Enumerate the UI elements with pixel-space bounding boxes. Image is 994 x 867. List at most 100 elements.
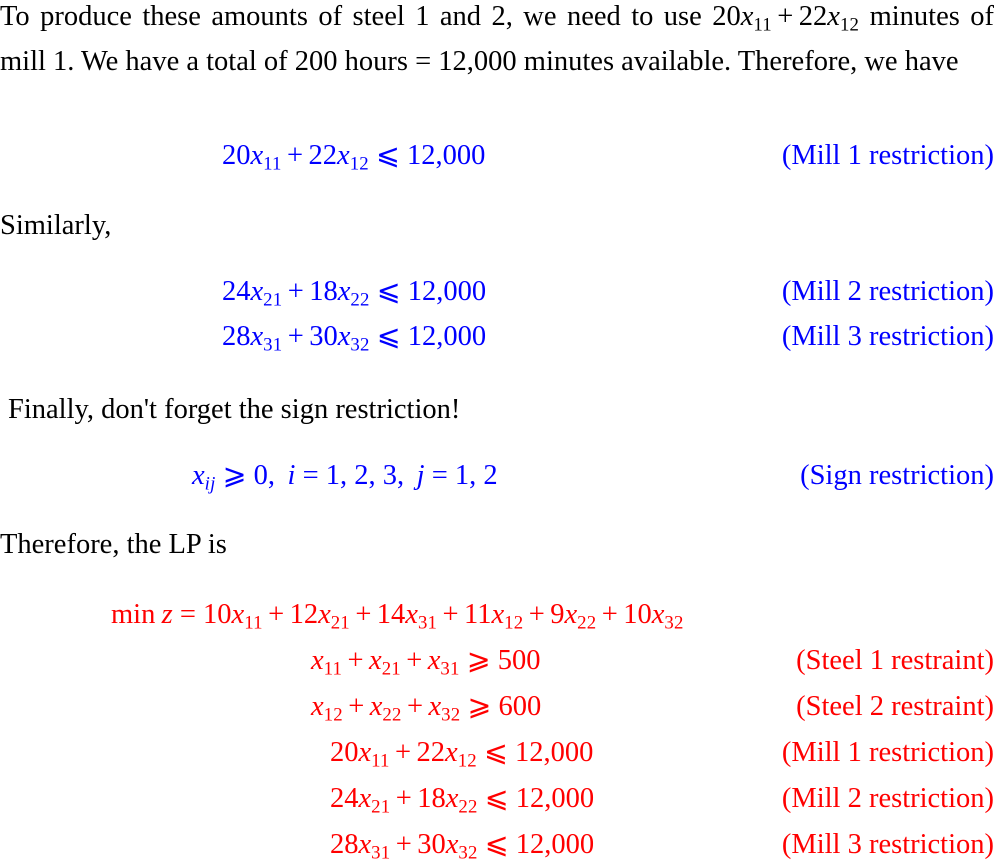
variable: x [369,691,383,722]
operator: + [287,321,304,352]
subscript: 32 [664,612,684,634]
coef: 18 [417,783,446,814]
coef: 9 [550,599,565,630]
subscript: 21 [381,658,401,680]
intro-coef-1: 20 [712,1,741,32]
equation-mill2-blue: 24x21 +18x22 ⩽ 12,000 [222,269,486,314]
coef: 24 [330,783,359,814]
operator: + [395,783,412,814]
coef: 30 [417,829,446,860]
coef: 11 [464,599,492,630]
relation-leqslant: ⩽ [376,276,401,307]
coef: 24 [222,276,251,307]
subscript: 32 [350,334,370,356]
right-hand-side: 12,000 [515,783,595,814]
relation-leqslant: ⩽ [376,321,401,352]
equation-line-mill3-blue: 28x31 +30x32 ⩽ 12,000 (Mill 3 restriction) [0,314,994,359]
operator: + [347,645,364,676]
variable: x [358,737,372,768]
coef: 22 [416,737,446,768]
subscript: 21 [330,612,350,634]
equation-sign-restriction: xij ⩾ 0, i = 1, 2, 3, j = 1, 2 [192,453,498,498]
variable: x [491,599,505,630]
subscript: 31 [417,612,438,634]
subscript: 22 [458,796,478,818]
equation-line-sign-blue: xij ⩾ 0, i = 1, 2, 3, j = 1, 2 (Sign restriction… [0,453,994,498]
equation-tag-mill1-red: (Mill 1 restriction) [781,737,994,768]
subscript: 31 [440,658,460,680]
subscript: 12 [504,612,524,634]
variable: x [428,691,442,722]
subscript: 12 [349,153,369,175]
operator: + [528,599,545,630]
right-hand-side: 500 [497,645,541,676]
index-i-values: 1, 2, 3, [325,460,405,491]
relation-geqslant: ⩾ [467,691,492,722]
subscript-ij: ij [204,473,216,495]
subscript: 31 [371,842,391,864]
intro-operator: + [777,1,794,32]
equation-tag-steel1: (Steel 1 restraint) [796,645,994,676]
operator: + [601,599,618,630]
right-hand-side: 0, [253,460,275,491]
equation-line-mill2-red: 24x21 +18x22 ⩽ 12,000 (Mill 2 restriction) [0,776,994,821]
coef: 14 [376,599,406,630]
equation-mill3-blue: 28x31 +30x32 ⩽ 12,000 [222,314,486,359]
equation-line-steel2-red: x12 + x22 + x32 ⩾ 600 (Steel 2 restraint) [0,684,994,729]
operator: + [348,691,365,722]
subscript: 21 [371,796,391,818]
variable: x [318,599,331,630]
equation-line-mill2-blue: 24x21 +18x22 ⩽ 12,000 (Mill 2 restriction) [0,269,994,314]
variable: x [369,645,382,676]
equation-objective-function: min z = 10x11 +12x21 +14x31 +11x12 +9x22 +10x32 [111,592,684,637]
subscript: 32 [458,842,478,864]
equation-tag-mill1-blue: (Mill 1 restriction) [781,140,994,171]
variable: x [427,645,441,676]
equation-tag-mill2-blue: (Mill 2 restriction) [781,276,994,307]
coef: 18 [309,276,338,307]
operator: + [406,691,424,722]
variable: x [564,599,578,630]
right-hand-side: 12,000 [407,321,487,352]
intro-coef-2: 22 [798,1,828,32]
operator: + [395,829,412,860]
intro-sub-2: 12 [839,14,860,36]
variable: x [311,645,324,676]
variable: x [311,691,324,722]
variable: x [250,321,264,352]
subscript: 22 [382,704,402,726]
variable: x [651,599,665,630]
equals-sign: = [431,460,448,491]
subscript: 31 [263,334,283,356]
min-operator: min [111,599,156,630]
subscript: 11 [244,612,263,634]
equation-mill1-blue: 20x11 +22x12 ⩽ 12,000 [222,133,485,178]
operator: + [406,645,423,676]
variable: x [358,783,372,814]
subscript: 11 [263,153,282,175]
variable: x [337,140,350,171]
right-hand-side: 12,000 [407,140,486,171]
equation-mill3-red: 28x31 +30x32 ⩽ 12,000 [330,822,594,867]
subscript: 11 [371,750,390,772]
equation-steel2-restraint: x12 + x22 + x32 ⩾ 600 [311,684,541,729]
variable: x [445,737,458,768]
coef: 10 [623,599,652,630]
subscript: 12 [323,704,343,726]
variable: x [192,460,205,491]
right-hand-side: 12,000 [515,737,594,768]
equation-line-steel1-red: x11 + x21 + x31 ⩾ 500 (Steel 1 restraint) [0,638,994,683]
intro-var-2: x [827,1,840,32]
subscript: 11 [323,658,343,680]
variable: x [337,276,351,307]
coef: 20 [222,140,251,171]
equation-tag-mill2-red: (Mill 2 restriction) [781,783,994,814]
equation-mill2-red: 24x21 +18x22 ⩽ 12,000 [330,776,594,821]
equation-tag-steel2: (Steel 2 restraint) [796,691,994,722]
coef: 10 [203,599,232,630]
relation-leqslant: ⩽ [484,737,508,768]
equation-mill1-red: 20x11 +22x12 ⩽ 12,000 [330,730,593,775]
variable: x [231,599,245,630]
coef: 12 [289,599,319,630]
index-j-values: 1, 2 [454,460,498,491]
